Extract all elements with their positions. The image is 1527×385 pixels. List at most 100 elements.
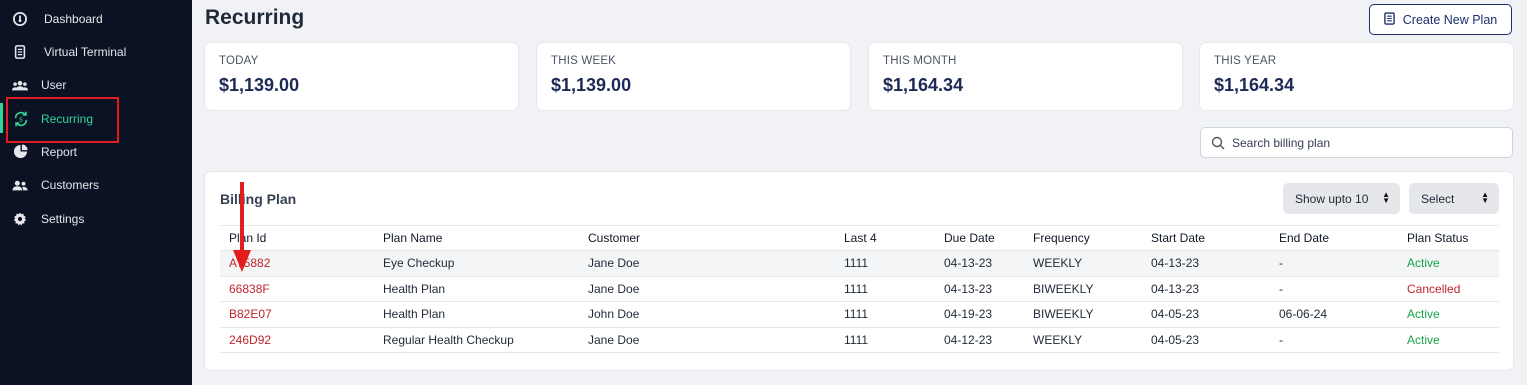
sort-caret-icon: ▲ ▼ (1382, 190, 1390, 205)
start-date-cell: 04-05-23 (1142, 327, 1270, 353)
column-header-due-date[interactable]: Due Date (935, 225, 1024, 251)
page-size-select[interactable]: Show upto 10 ▲ ▼ (1283, 183, 1400, 214)
users-icon (12, 77, 28, 93)
stat-card-this-year: THIS YEAR $1,164.34 (1200, 43, 1513, 110)
stat-label: THIS YEAR (1214, 55, 1277, 67)
last4-cell: 1111 (835, 327, 935, 353)
sidebar-item-settings[interactable]: Settings (0, 202, 192, 235)
terminal-icon (12, 44, 28, 60)
search-box[interactable] (1200, 127, 1513, 158)
stat-card-this-month: THIS MONTH $1,164.34 (869, 43, 1182, 110)
pie-chart-icon (12, 144, 28, 160)
sidebar-item-label: Settings (41, 211, 85, 226)
start-date-cell: 04-13-23 (1142, 250, 1270, 277)
frequency-cell: BIWEEKLY (1024, 301, 1142, 328)
table-row[interactable]: 246D92 Regular Health Checkup Jane Doe 1… (220, 327, 1499, 353)
sidebar-item-label: Virtual Terminal (44, 44, 127, 59)
sidebar-item-label: Report (41, 144, 78, 159)
stat-card-this-week: THIS WEEK $1,139.00 (537, 43, 850, 110)
stat-value: $1,164.34 (1214, 75, 1295, 95)
sort-caret-icon: ▲ ▼ (1481, 190, 1489, 205)
column-header-start-date[interactable]: Start Date (1142, 225, 1270, 251)
table-row[interactable]: B82E07 Health Plan John Doe 1111 04-19-2… (220, 301, 1499, 328)
plan-status-cell: Active (1398, 301, 1499, 328)
last4-cell: 1111 (835, 250, 935, 277)
stat-value: $1,139.00 (551, 75, 632, 95)
due-date-cell: 04-13-23 (935, 276, 1024, 302)
sidebar-item-label: Recurring (41, 111, 94, 126)
table-header-row: Plan Id Plan Name Customer Last 4 Due Da… (220, 225, 1499, 251)
dashboard-icon (12, 11, 28, 27)
plan-name-cell: Health Plan (374, 301, 579, 328)
create-new-plan-label: Create New Plan (1402, 12, 1498, 27)
frequency-cell: WEEKLY (1024, 327, 1142, 353)
start-date-cell: 04-05-23 (1142, 301, 1270, 328)
stat-label: THIS WEEK (551, 55, 617, 67)
document-icon (1383, 11, 1395, 28)
recurring-icon: $ (11, 109, 31, 129)
filter-value: Select (1421, 191, 1455, 206)
plan-id-link[interactable]: B82E07 (220, 301, 374, 328)
customer-cell: Jane Doe (579, 327, 835, 353)
column-header-customer[interactable]: Customer (579, 225, 835, 251)
last4-cell: 1111 (835, 301, 935, 328)
due-date-cell: 04-13-23 (935, 250, 1024, 277)
column-header-end-date[interactable]: End Date (1270, 225, 1398, 251)
customers-icon (12, 177, 28, 193)
column-header-plan-id[interactable]: Plan Id (220, 225, 374, 251)
sidebar-item-dashboard[interactable]: Dashboard (0, 2, 192, 35)
customer-cell: Jane Doe (579, 276, 835, 302)
customer-cell: Jane Doe (579, 250, 835, 277)
sidebar-item-label: Dashboard (44, 11, 103, 26)
sidebar-item-label: User (41, 77, 67, 92)
plan-name-cell: Health Plan (374, 276, 579, 302)
sidebar-item-virtual-terminal[interactable]: Virtual Terminal (0, 35, 192, 68)
end-date-cell: 06-06-24 (1270, 301, 1398, 328)
stat-card-today: TODAY $1,139.00 (205, 43, 518, 110)
due-date-cell: 04-12-23 (935, 327, 1024, 353)
page-size-value: Show upto 10 (1295, 191, 1369, 206)
plan-status-cell: Cancelled (1398, 276, 1499, 302)
plan-status-cell: Active (1398, 327, 1499, 353)
customer-cell: John Doe (579, 301, 835, 328)
plan-status-cell: Active (1398, 250, 1499, 277)
sidebar-item-label: Customers (41, 177, 100, 192)
panel-title: Billing Plan (220, 191, 297, 207)
search-input[interactable] (1232, 135, 1502, 150)
stat-value: $1,164.34 (883, 75, 964, 95)
search-icon (1211, 136, 1225, 150)
last4-cell: 1111 (835, 276, 935, 302)
sidebar-item-customers[interactable]: Customers (0, 168, 192, 201)
svg-text:$: $ (19, 116, 23, 123)
column-header-plan-name[interactable]: Plan Name (374, 225, 579, 251)
end-date-cell: - (1270, 327, 1398, 353)
due-date-cell: 04-19-23 (935, 301, 1024, 328)
sidebar-item-user[interactable]: User (0, 68, 192, 101)
column-header-plan-status[interactable]: Plan Status (1398, 225, 1499, 251)
gear-icon (12, 211, 28, 227)
sidebar-item-recurring[interactable]: $ Recurring (0, 102, 192, 135)
sidebar-item-report[interactable]: Report (0, 135, 192, 168)
page-title: Recurring (205, 6, 305, 29)
column-header-last4[interactable]: Last 4 (835, 225, 935, 251)
billing-plan-table: Plan Id Plan Name Customer Last 4 Due Da… (220, 225, 1499, 353)
create-new-plan-button[interactable]: Create New Plan (1369, 4, 1512, 35)
sidebar: Dashboard Virtual Terminal User $ Recurr… (0, 0, 192, 385)
stat-label: TODAY (219, 55, 259, 67)
filter-select[interactable]: Select ▲ ▼ (1409, 183, 1499, 214)
table-row[interactable]: A75882 Eye Checkup Jane Doe 1111 04-13-2… (220, 250, 1499, 277)
end-date-cell: - (1270, 250, 1398, 277)
plan-id-link[interactable]: 246D92 (220, 327, 374, 353)
frequency-cell: WEEKLY (1024, 250, 1142, 277)
column-header-frequency[interactable]: Frequency (1024, 225, 1142, 251)
plan-name-cell: Regular Health Checkup (374, 327, 579, 353)
stat-label: THIS MONTH (883, 55, 957, 67)
stat-value: $1,139.00 (219, 75, 300, 95)
table-row[interactable]: 66838F Health Plan Jane Doe 1111 04-13-2… (220, 276, 1499, 302)
plan-id-link[interactable]: 66838F (220, 276, 374, 302)
frequency-cell: BIWEEKLY (1024, 276, 1142, 302)
end-date-cell: - (1270, 276, 1398, 302)
plan-id-link[interactable]: A75882 (220, 250, 374, 277)
plan-name-cell: Eye Checkup (374, 250, 579, 277)
billing-plan-panel: Billing Plan Show upto 10 ▲ ▼ Select ▲ ▼ P… (205, 172, 1513, 370)
